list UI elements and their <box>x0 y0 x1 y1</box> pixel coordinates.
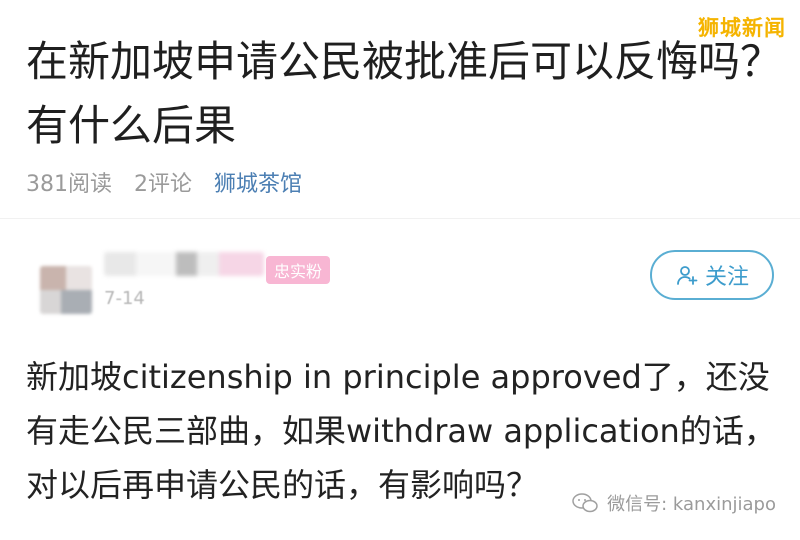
author-row: 忠实粉 7-14 关注 <box>30 248 780 318</box>
post-meta: 381阅读 2评论 狮城茶馆 <box>26 166 302 198</box>
comment-count[interactable]: 2评论 <box>134 166 192 198</box>
follow-button[interactable]: 关注 <box>650 250 774 300</box>
author-name[interactable] <box>104 252 264 276</box>
divider <box>0 218 800 219</box>
author-date: 7-14 <box>104 288 145 309</box>
post-body: 新加坡citizenship in principle approved了，还没… <box>26 358 776 504</box>
channel-link[interactable]: 狮城茶馆 <box>214 166 302 198</box>
watermark-text: 微信号: kanxinjiapo <box>607 494 776 515</box>
watermark: 微信号: kanxinjiapo <box>571 490 776 516</box>
add-user-icon <box>677 266 698 285</box>
page-title: 在新加坡申请公民被批准后可以反悔吗？有什么后果 <box>26 37 783 150</box>
follow-label: 关注 <box>704 265 749 290</box>
avatar[interactable] <box>40 266 92 314</box>
fan-badge: 忠实粉 <box>266 256 331 284</box>
wechat-icon <box>572 493 598 513</box>
read-count: 381阅读 <box>26 172 112 197</box>
